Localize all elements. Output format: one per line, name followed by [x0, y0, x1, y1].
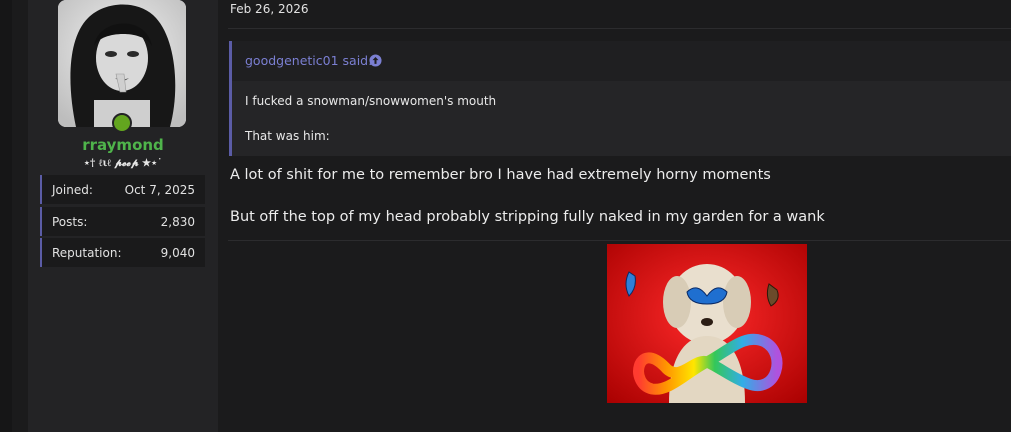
page-edge [0, 0, 12, 432]
stat-posts: Posts: 2,830 [40, 207, 205, 236]
arrow-up-circle-icon[interactable] [369, 54, 382, 67]
user-title: ⋆† ℓιℓ 𝓹𝓮𝓮𝓹 ★⋆˙ [83, 158, 163, 169]
stat-value: 9,040 [160, 246, 195, 260]
stat-joined: Joined: Oct 7, 2025 [40, 175, 205, 204]
divider [228, 28, 1011, 29]
stat-value: 2,830 [160, 215, 195, 229]
stat-label: Posts: [52, 215, 88, 229]
divider [228, 240, 1011, 241]
message-line: A lot of shit for me to remember bro I h… [230, 167, 771, 183]
avatar-image [58, 0, 186, 127]
username[interactable]: rraymond [28, 136, 218, 154]
quote-line: That was him: [245, 129, 330, 143]
quote-author-link[interactable]: goodgenetic01 said: [245, 53, 372, 68]
message-line: But off the top of my head probably stri… [230, 209, 825, 225]
user-avatar[interactable] [58, 0, 186, 127]
quote-content: I fucked a snowman/snowwomen's mouth Tha… [232, 81, 1011, 156]
attached-image[interactable] [607, 244, 807, 403]
online-status-indicator [112, 113, 132, 133]
post-date[interactable]: Feb 26, 2026 [230, 2, 309, 16]
quote-header: goodgenetic01 said: [232, 41, 1011, 81]
stat-reputation: Reputation: 9,040 [40, 238, 205, 267]
quote-line: I fucked a snowman/snowwomen's mouth [245, 94, 497, 108]
stat-label: Joined: [52, 183, 93, 197]
dog-butterfly-infinity-image [607, 244, 807, 403]
stat-label: Reputation: [52, 246, 122, 260]
quote-block: goodgenetic01 said: I fucked a snowman/s… [229, 41, 1011, 156]
stat-value: Oct 7, 2025 [124, 183, 195, 197]
